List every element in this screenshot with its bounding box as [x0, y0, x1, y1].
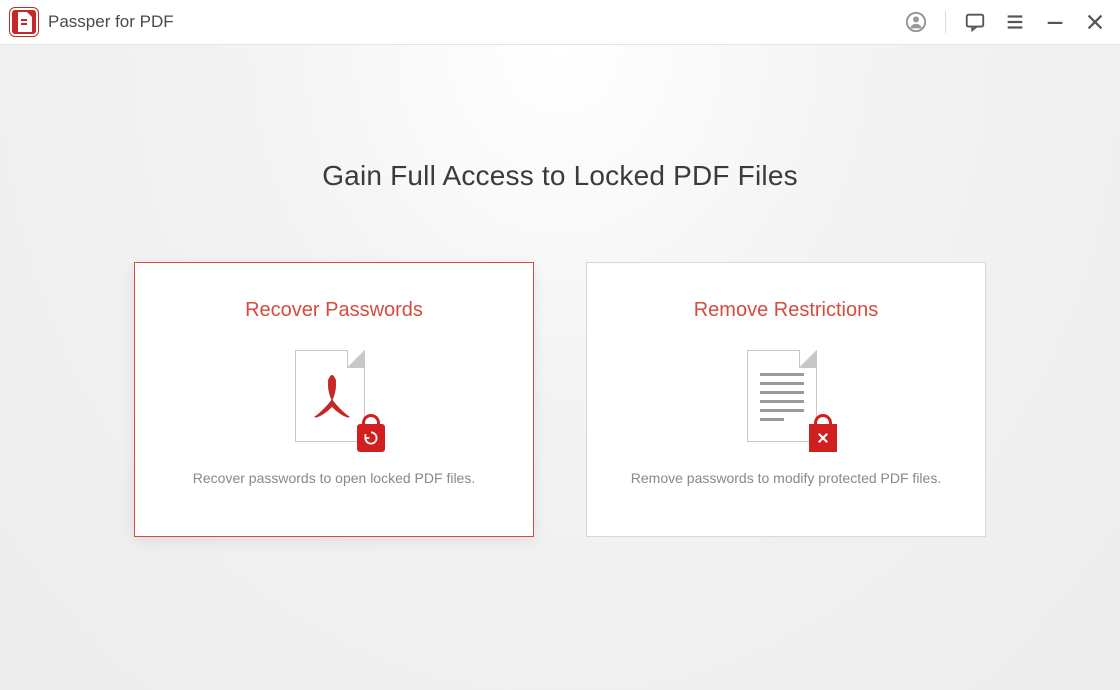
account-icon[interactable]	[905, 11, 927, 33]
card-description: Recover passwords to open locked PDF fil…	[193, 470, 475, 486]
pdf-logo-icon	[16, 12, 32, 32]
document-page-icon	[747, 350, 817, 442]
titlebar: Passper for PDF	[0, 0, 1120, 45]
remove-restrictions-illustration	[741, 348, 831, 448]
recover-passwords-illustration	[289, 348, 379, 448]
menu-icon[interactable]	[1004, 11, 1026, 33]
option-cards: Recover Passwords Recover passwords to o…	[134, 262, 986, 537]
app-title: Passper for PDF	[48, 12, 174, 32]
minimize-icon[interactable]	[1044, 11, 1066, 33]
page-fold-icon	[347, 350, 365, 368]
recover-passwords-card[interactable]: Recover Passwords Recover passwords to o…	[134, 262, 534, 537]
feedback-icon[interactable]	[964, 11, 986, 33]
lock-remove-icon	[809, 424, 837, 452]
remove-restrictions-card[interactable]: Remove Restrictions Remove passwords to …	[586, 262, 986, 537]
card-description: Remove passwords to modify protected PDF…	[631, 470, 941, 486]
card-title: Remove Restrictions	[694, 299, 879, 322]
card-title: Recover Passwords	[245, 299, 423, 322]
separator	[945, 11, 946, 33]
lock-sync-icon	[357, 424, 385, 452]
titlebar-controls	[905, 11, 1106, 33]
page-title: Gain Full Access to Locked PDF Files	[322, 160, 798, 192]
page-fold-icon	[799, 350, 817, 368]
document-lines-icon	[760, 373, 804, 421]
app-logo	[10, 8, 38, 36]
main-content: Gain Full Access to Locked PDF Files Rec…	[0, 45, 1120, 690]
titlebar-left: Passper for PDF	[10, 8, 174, 36]
close-icon[interactable]	[1084, 11, 1106, 33]
document-page-icon	[295, 350, 365, 442]
pdf-mark-icon	[310, 371, 354, 427]
